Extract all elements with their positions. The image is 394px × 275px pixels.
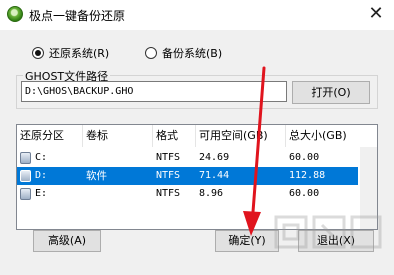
backup-system-radio[interactable]: 备份系统(B) (145, 45, 222, 61)
drive-letter: D: (35, 170, 48, 181)
format-value: NTFS (156, 170, 181, 181)
open-button[interactable]: 打开(O) (292, 81, 370, 104)
ok-button[interactable]: 确定(Y) (215, 230, 279, 252)
app-logo-icon (7, 6, 23, 22)
column-header-volume-label[interactable]: 卷标 (83, 125, 153, 147)
title-bar: 极点一键备份还原 ✕ (0, 0, 394, 30)
column-header-total-size[interactable]: 总大小(GB) (286, 125, 377, 147)
format-value: NTFS (156, 188, 181, 199)
volume-label: 软件 (86, 170, 107, 182)
table-row[interactable]: C: NTFS 24.69 60.00 (17, 149, 358, 167)
window-title: 极点一键备份还原 (29, 9, 126, 23)
watermark-logo-icon (274, 215, 382, 249)
advanced-button[interactable]: 高级(A) (33, 230, 101, 252)
format-value: NTFS (156, 152, 181, 163)
table-row[interactable]: E: NTFS 8.96 60.00 (17, 185, 358, 203)
disk-drive-icon (20, 152, 31, 164)
column-header-partition[interactable]: 还原分区 (17, 125, 83, 147)
restore-system-radio[interactable]: 还原系统(R) (32, 45, 109, 61)
partition-list-header: 还原分区 卷标 格式 可用空间(GB) 总大小(GB) (17, 125, 377, 147)
radio-unselected-icon (145, 47, 157, 59)
disk-drive-icon (20, 188, 31, 200)
column-header-free-space[interactable]: 可用空间(GB) (196, 125, 286, 147)
radio-selected-icon (32, 47, 44, 59)
drive-letter: E: (35, 188, 48, 199)
table-row-selected[interactable]: D: 软件 NTFS 71.44 112.88 (17, 167, 358, 185)
total-size-value: 60.00 (289, 152, 320, 163)
free-space-value: 71.44 (199, 170, 230, 181)
backup-system-label: 备份系统(B) (162, 47, 223, 60)
total-size-value: 60.00 (289, 188, 320, 199)
total-size-value: 112.88 (289, 170, 326, 181)
close-button[interactable]: ✕ (366, 4, 386, 24)
restore-system-label: 还原系统(R) (49, 47, 110, 60)
disk-drive-icon (20, 170, 31, 182)
column-header-format[interactable]: 格式 (153, 125, 196, 147)
free-space-value: 8.96 (199, 188, 224, 199)
free-space-value: 24.69 (199, 152, 230, 163)
drive-letter: C: (35, 152, 48, 163)
ghost-path-input[interactable]: D:\GHOS\BACKUP.GHO (21, 81, 287, 102)
